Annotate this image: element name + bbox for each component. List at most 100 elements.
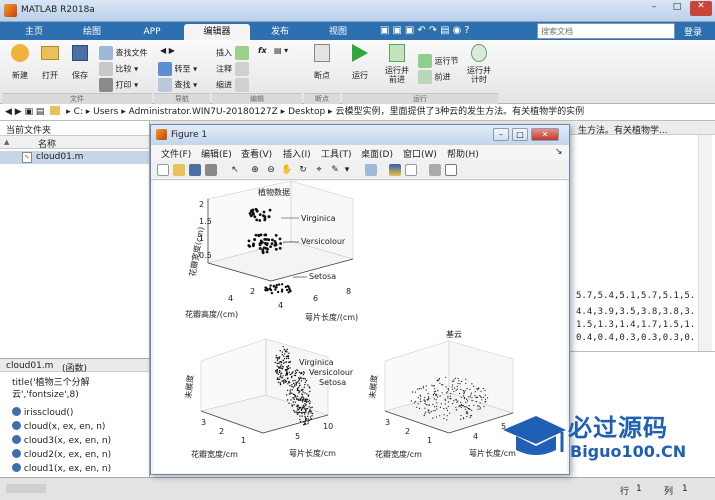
run-section-button[interactable]: 运行节 — [418, 54, 459, 68]
new-button[interactable]: 新建 — [6, 44, 34, 81]
find-files-button[interactable]: 查找文件 — [99, 46, 148, 60]
open-file-icon[interactable] — [173, 164, 185, 176]
run-and-advance-button[interactable]: 运行并 前进 — [380, 44, 414, 84]
back-forward-icons[interactable]: ◀ ▶ — [160, 46, 175, 55]
maximize-button[interactable]: □ — [667, 2, 687, 16]
brush-icon[interactable]: ✎ — [329, 164, 341, 176]
tab-apps[interactable]: APP — [124, 24, 180, 40]
compare-button[interactable]: 比较 ▾ — [99, 62, 138, 76]
address-nav-icons[interactable]: ◀ ▶ ▣ ▤ — [5, 107, 44, 117]
insert-legend-icon[interactable] — [405, 164, 417, 176]
tab-view[interactable]: 视图 — [310, 24, 366, 40]
scatter-point — [302, 388, 304, 391]
scatter-point — [274, 361, 277, 364]
menu-dock-arrow-icon[interactable]: ↘ — [555, 147, 563, 157]
zoom-out-icon[interactable]: ⊖ — [265, 164, 277, 176]
tab-publish[interactable]: 发布 — [254, 24, 306, 40]
figure-close-button[interactable]: ✕ — [531, 128, 559, 141]
menu-file[interactable]: 文件(F) — [161, 147, 191, 160]
address-part[interactable]: Administrator.WIN7U-20180127Z — [129, 107, 278, 117]
fx-button[interactable]: fx — [258, 46, 267, 55]
scatter-point — [251, 212, 255, 216]
menu-desktop[interactable]: 桌面(D) — [361, 147, 393, 160]
menu-window[interactable]: 窗口(W) — [403, 147, 437, 160]
toolbar-quick-icons[interactable]: ▣▣▣↶↷▤◉? — [380, 25, 473, 36]
data-cursor-icon[interactable]: ⌖ — [313, 164, 325, 176]
scatter-point — [453, 379, 455, 381]
address-part[interactable]: C: — [74, 107, 83, 117]
tab-editor[interactable]: 编辑器 — [184, 24, 250, 40]
scatter-point — [252, 242, 255, 246]
indent-button[interactable]: 缩进 — [216, 78, 249, 92]
scatter-point — [460, 414, 462, 417]
file-row-cloud01[interactable]: ✎ cloud01.m — [0, 151, 149, 164]
pointer-icon[interactable]: ↖ — [229, 164, 241, 176]
tab-plots[interactable]: 绘图 — [64, 24, 120, 40]
zoom-in-icon[interactable]: ⊕ — [249, 164, 261, 176]
menu-edit[interactable]: 编辑(E) — [201, 147, 232, 160]
login-link[interactable]: 登录 — [684, 25, 702, 38]
insert-button[interactable]: 插入 — [216, 46, 249, 60]
scatter-point — [288, 287, 291, 290]
scatter-point — [279, 361, 282, 363]
address-part[interactable]: Users — [93, 107, 118, 117]
scatter-point — [297, 407, 299, 409]
scatter-point — [275, 371, 277, 373]
rotate-3d-icon[interactable]: ↻ — [297, 164, 309, 176]
address-bar[interactable]: ◀ ▶ ▣ ▤ ▸ C: ▸ Users ▸ Administrator.WIN… — [0, 104, 715, 121]
edit-extra-icons[interactable]: ▤ ▾ — [274, 46, 288, 55]
print-figure-icon[interactable] — [205, 164, 217, 176]
save-button[interactable]: 保存 — [66, 44, 94, 81]
tab-home[interactable]: 主页 — [8, 24, 60, 40]
scatter-point — [276, 356, 279, 359]
goto-button[interactable]: 转至 ▾ — [158, 62, 197, 76]
scatter-point — [310, 407, 312, 409]
menu-tools[interactable]: 工具(T) — [321, 147, 352, 160]
scatter-point — [310, 412, 312, 414]
search-documentation-input[interactable] — [537, 23, 675, 39]
scatter-point — [434, 406, 436, 408]
link-plot-icon[interactable] — [365, 164, 377, 176]
pan-hand-icon[interactable]: ✋ — [281, 164, 293, 176]
figure-minimize-button[interactable]: – — [493, 128, 509, 141]
advance-button[interactable]: 前进 — [418, 70, 451, 84]
scatter-point — [282, 346, 284, 348]
editor-vertical-scrollbar[interactable] — [698, 135, 712, 351]
address-part[interactable]: Desktop — [288, 107, 325, 117]
matlab-logo-icon — [4, 4, 17, 17]
x-tick: 2 — [250, 287, 255, 296]
scatter-point — [439, 395, 441, 397]
new-figure-icon[interactable] — [157, 164, 169, 176]
scatter-point — [305, 408, 307, 410]
menu-view[interactable]: 查看(V) — [241, 147, 272, 160]
address-part[interactable]: 云模型实例，里面提供了3种云的发生方法。有关植物学的实例 — [335, 107, 584, 117]
insert-colorbar-icon[interactable] — [389, 164, 401, 176]
scatter-point — [433, 385, 435, 387]
scatter-point — [418, 407, 421, 409]
run-and-time-button[interactable]: 运行并 计时 — [462, 44, 496, 84]
scatter-point — [251, 208, 255, 212]
open-button[interactable]: 打开 — [36, 44, 64, 81]
scatter-point — [311, 415, 313, 417]
figure-maximize-button[interactable]: □ — [512, 128, 528, 141]
scatter-point — [461, 396, 463, 398]
menu-help[interactable]: 帮助(H) — [447, 147, 479, 160]
print-button[interactable]: 打印 ▾ — [99, 78, 138, 92]
breakpoints-button[interactable]: 断点 — [306, 44, 338, 81]
show-plot-tools-icon[interactable] — [445, 164, 457, 176]
comment-button[interactable]: 注释 — [216, 62, 249, 76]
minimize-button[interactable]: – — [644, 2, 664, 16]
scatter-point — [288, 352, 290, 354]
name-column-header[interactable]: ▲ 名称 — [0, 135, 149, 150]
find-button[interactable]: 查找 ▾ — [158, 78, 197, 92]
scatter-point — [296, 389, 299, 391]
menu-insert[interactable]: 插入(I) — [283, 147, 311, 160]
hide-plot-tools-icon[interactable] — [429, 164, 441, 176]
brush-dropdown-icon[interactable]: ▾ — [343, 164, 351, 176]
save-figure-icon[interactable] — [189, 164, 201, 176]
close-button[interactable]: ✕ — [690, 1, 712, 16]
run-button[interactable]: 运行 — [346, 44, 374, 81]
scatter-point — [456, 385, 458, 388]
scatter-point — [302, 397, 305, 399]
figure-title-bar[interactable]: Figure 1 – □ ✕ — [151, 125, 569, 145]
